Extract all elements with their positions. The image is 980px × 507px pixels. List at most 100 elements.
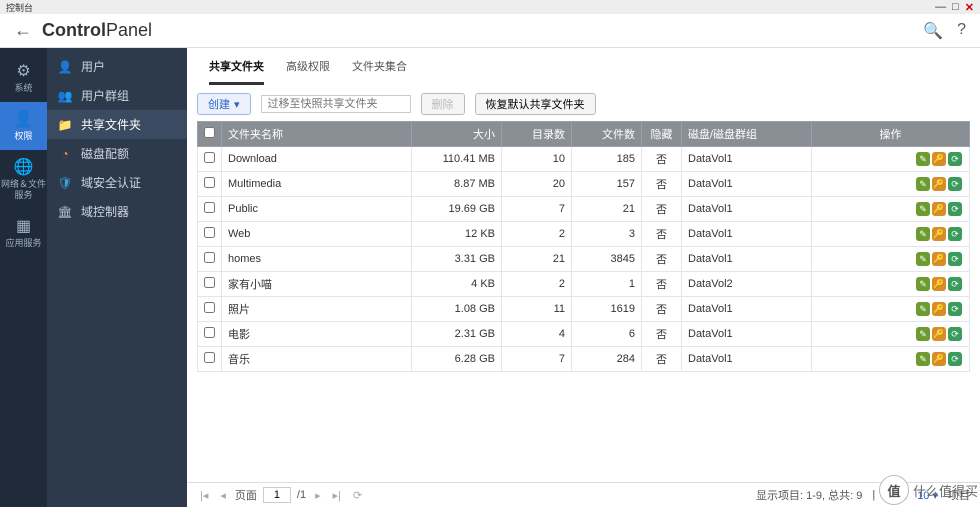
back-button[interactable]: ← (14, 20, 32, 41)
permissions-icon[interactable]: 🔑 (932, 277, 946, 291)
minimize-button[interactable]: — (935, 1, 946, 14)
table-row[interactable]: 电影2.31 GB46否DataVol1✎🔑⟳ (198, 322, 970, 347)
restore-defaults-button[interactable]: 恢复默认共享文件夹 (475, 93, 596, 115)
edit-icon[interactable]: ✎ (916, 327, 930, 341)
cell-files: 3845 (572, 247, 642, 272)
refresh-icon[interactable]: ⟳ (948, 252, 962, 266)
row-checkbox[interactable] (204, 227, 215, 238)
edit-icon[interactable]: ✎ (916, 177, 930, 191)
maximize-button[interactable]: □ (952, 1, 959, 14)
tab-2[interactable]: 文件夹集合 (352, 58, 407, 85)
row-checkbox[interactable] (204, 252, 215, 263)
cell-dirs: 7 (502, 197, 572, 222)
sidebar-item-5[interactable]: 🏛域控制器 (47, 197, 187, 226)
row-checkbox[interactable] (204, 202, 215, 213)
refresh-icon[interactable]: ⟳ (948, 227, 962, 241)
sidebar-item-2[interactable]: 📁共享文件夹 (47, 110, 187, 139)
refresh-icon[interactable]: ⟳ (948, 277, 962, 291)
table-row[interactable]: Download110.41 MB10185否DataVol1✎🔑⟳ (198, 147, 970, 172)
pager-summary: 显示项目: 1-9, 总共: 9 (756, 487, 862, 503)
sidebar-item-4[interactable]: 🛡域安全认证 (47, 168, 187, 197)
row-checkbox[interactable] (204, 302, 215, 313)
sidebar-item-0[interactable]: 👤用户 (47, 52, 187, 81)
permissions-icon[interactable]: 🔑 (932, 152, 946, 166)
cell-files: 157 (572, 172, 642, 197)
refresh-icon[interactable]: ⟳ (948, 152, 962, 166)
col-size[interactable]: 大小 (412, 122, 502, 147)
cell-hidden: 否 (642, 272, 682, 297)
sidebar: 👤用户👥用户群组📁共享文件夹◔磁盘配额🛡域安全认证🏛域控制器 (47, 48, 187, 507)
cell-size: 12 KB (412, 222, 502, 247)
edit-icon[interactable]: ✎ (916, 202, 930, 216)
page-refresh[interactable]: ⟳ (350, 489, 365, 502)
page-next[interactable]: ▸ (312, 489, 324, 502)
permissions-icon[interactable]: 🔑 (932, 302, 946, 316)
table-row[interactable]: 家有小喵4 KB21否DataVol2✎🔑⟳ (198, 272, 970, 297)
edit-icon[interactable]: ✎ (916, 302, 930, 316)
col-hidden[interactable]: 隐藏 (642, 122, 682, 147)
tab-1[interactable]: 高级权限 (286, 58, 330, 85)
permissions-icon[interactable]: 🔑 (932, 252, 946, 266)
close-button[interactable]: ✕ (965, 1, 974, 14)
refresh-icon[interactable]: ⟳ (948, 327, 962, 341)
sidebar-icon: 👤 (57, 59, 73, 75)
col-volume[interactable]: 磁盘/磁盘群组 (682, 122, 812, 147)
cell-hidden: 否 (642, 222, 682, 247)
rail-item-0[interactable]: ⚙系统 (0, 54, 47, 102)
col-dirs[interactable]: 目录数 (502, 122, 572, 147)
rail-item-1[interactable]: 👤权限 (0, 102, 47, 150)
edit-icon[interactable]: ✎ (916, 252, 930, 266)
cell-dirs: 21 (502, 247, 572, 272)
refresh-icon[interactable]: ⟳ (948, 177, 962, 191)
search-icon[interactable]: 🔍 (923, 21, 943, 41)
create-button[interactable]: 创建 ▾ (197, 93, 251, 115)
cell-dirs: 11 (502, 297, 572, 322)
table-row[interactable]: Web12 KB23否DataVol1✎🔑⟳ (198, 222, 970, 247)
table-row[interactable]: 音乐6.28 GB7284否DataVol1✎🔑⟳ (198, 347, 970, 372)
row-checkbox[interactable] (204, 277, 215, 288)
cell-volume: DataVol1 (682, 197, 812, 222)
sidebar-item-1[interactable]: 👥用户群组 (47, 81, 187, 110)
edit-icon[interactable]: ✎ (916, 227, 930, 241)
cell-size: 2.31 GB (412, 322, 502, 347)
refresh-icon[interactable]: ⟳ (948, 352, 962, 366)
table-row[interactable]: homes3.31 GB213845否DataVol1✎🔑⟳ (198, 247, 970, 272)
rail-item-2[interactable]: 🌐网络＆文件服务 (0, 150, 47, 209)
table-row[interactable]: Public19.69 GB721否DataVol1✎🔑⟳ (198, 197, 970, 222)
cell-size: 8.87 MB (412, 172, 502, 197)
page-last[interactable]: ▸| (330, 489, 344, 502)
edit-icon[interactable]: ✎ (916, 352, 930, 366)
table-row[interactable]: Multimedia8.87 MB20157否DataVol1✎🔑⟳ (198, 172, 970, 197)
row-checkbox[interactable] (204, 177, 215, 188)
refresh-icon[interactable]: ⟳ (948, 302, 962, 316)
page-input[interactable] (263, 487, 291, 503)
watermark: 值 什么值得买 (879, 475, 978, 505)
rail-item-3[interactable]: ▦应用服务 (0, 209, 47, 257)
rail-icon: 🌐 (0, 158, 47, 177)
row-checkbox[interactable] (204, 327, 215, 338)
edit-icon[interactable]: ✎ (916, 277, 930, 291)
col-name[interactable]: 文件夹名称 (222, 122, 412, 147)
table-row[interactable]: 照片1.08 GB111619否DataVol1✎🔑⟳ (198, 297, 970, 322)
cell-name: Public (222, 197, 412, 222)
row-checkbox[interactable] (204, 152, 215, 163)
sidebar-item-3[interactable]: ◔磁盘配额 (47, 139, 187, 168)
page-prev[interactable]: ◂ (217, 489, 229, 502)
permissions-icon[interactable]: 🔑 (932, 202, 946, 216)
permissions-icon[interactable]: 🔑 (932, 327, 946, 341)
row-checkbox[interactable] (204, 352, 215, 363)
refresh-icon[interactable]: ⟳ (948, 202, 962, 216)
search-input[interactable] (261, 95, 411, 113)
permissions-icon[interactable]: 🔑 (932, 177, 946, 191)
sidebar-icon: ◔ (57, 146, 73, 162)
permissions-icon[interactable]: 🔑 (932, 352, 946, 366)
cell-size: 4 KB (412, 272, 502, 297)
col-files[interactable]: 文件数 (572, 122, 642, 147)
delete-button[interactable]: 删除 (421, 93, 465, 115)
select-all-checkbox[interactable] (204, 127, 215, 138)
help-icon[interactable]: ? (957, 21, 966, 41)
page-first[interactable]: |◂ (197, 489, 211, 502)
permissions-icon[interactable]: 🔑 (932, 227, 946, 241)
edit-icon[interactable]: ✎ (916, 152, 930, 166)
tab-0[interactable]: 共享文件夹 (209, 58, 264, 85)
